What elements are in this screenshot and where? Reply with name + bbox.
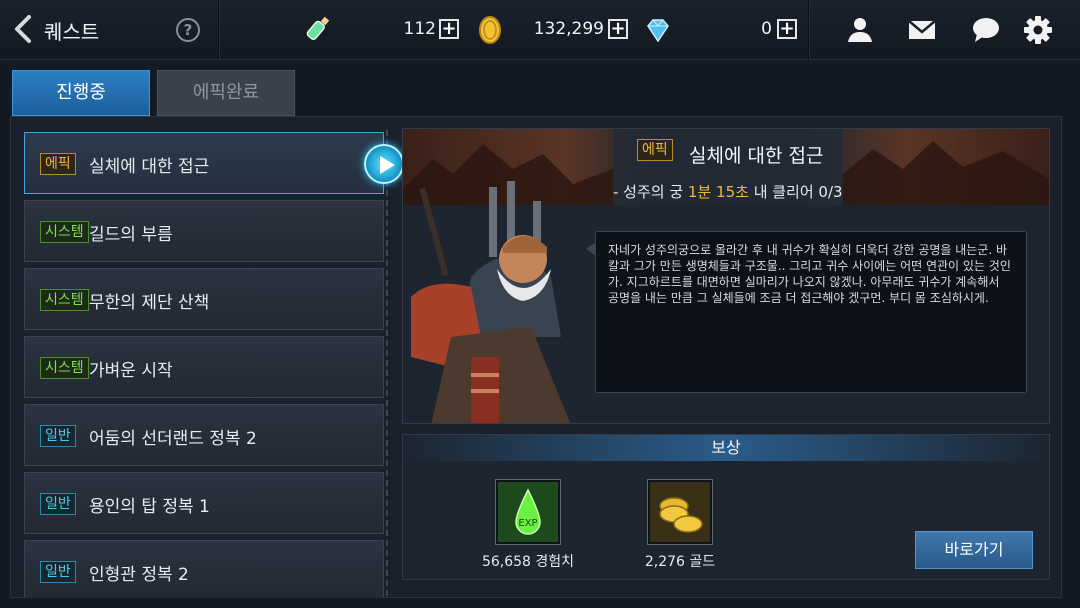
quest-name: 용인의 탑 정복 1 [89,497,210,517]
quest-name: 어둠의 선더랜드 정복 2 [89,429,257,449]
chat-icon [973,18,999,42]
mail-button[interactable] [906,14,938,46]
tab-epic-completed[interactable]: 에픽완료 [157,70,295,116]
npc-portrait [411,181,571,423]
quest-item[interactable]: 일반 어둠의 선더랜드 정복 2 [24,404,384,466]
svg-text:EXP: EXP [518,518,537,529]
friends-icon [848,18,872,42]
quest-item[interactable]: 시스템 가벼운 시작 [24,336,384,398]
friends-button[interactable] [844,14,876,46]
quest-list[interactable]: 에픽 실체에 대한 접근 시스템 길드의 부름 시스템 무한의 제단 산책 시스… [24,130,386,598]
condition-time: 1분 15초 [687,183,749,201]
mail-icon [908,20,936,39]
stamina-potion-icon [306,16,330,41]
list-scrollbar[interactable] [386,130,388,598]
exp-potion-icon: EXP [498,482,558,542]
quest-name: 가벼운 시작 [89,361,173,381]
page-title: 퀘스트 [44,20,100,44]
chevron-left-icon [15,15,31,43]
reward-exp-slot[interactable]: EXP [495,479,561,545]
quest-item[interactable]: 에픽 실체에 대한 접근 [24,132,384,194]
quest-name: 무한의 제단 산책 [89,293,210,313]
tab-in-progress[interactable]: 진행중 [12,70,150,116]
npc-dialog: 자네가 성주의궁으로 올라간 후 내 귀수가 확실히 더욱더 강한 공명을 내는… [586,231,1027,393]
gold-coins-icon [650,482,710,542]
normal-badge: 일반 [40,493,76,515]
help-button[interactable]: ? [176,18,200,42]
settings-button[interactable] [1022,14,1054,46]
system-badge: 시스템 [40,289,89,311]
chat-button[interactable] [970,14,1002,46]
go-to-button[interactable]: 바로가기 [915,531,1033,569]
gear-icon [1024,16,1052,44]
normal-badge: 일반 [40,425,76,447]
epic-badge: 에픽 [40,153,76,175]
gold-coin-icon [479,16,501,44]
quest-name: 인형관 정복 2 [89,565,189,585]
quest-item[interactable]: 일반 용인의 탑 정복 1 [24,472,384,534]
add-gem-button[interactable]: + [777,19,797,39]
quest-title: 실체에 대한 접근 [689,145,824,167]
back-button[interactable] [12,14,42,46]
divider [808,0,810,60]
add-gold-button[interactable]: + [608,19,628,39]
condition-suffix: 내 클리어 0/3 [748,183,843,201]
add-stamina-button[interactable]: + [439,19,459,39]
divider [218,0,220,60]
play-icon [380,156,395,174]
system-badge: 시스템 [40,221,89,243]
reward-exp-label: 56,658 경험치 [481,554,575,570]
quest-detail-panel: 에픽 실체에 대한 접근 - 성주의 궁 1분 15초 내 클리어 0/3 자네… [402,128,1050,424]
gem-value: 0 [761,19,772,39]
quest-item[interactable]: 시스템 무한의 제단 산책 [24,268,384,330]
quest-condition: - 성주의 궁 1분 15초 내 클리어 0/3 [613,181,843,202]
epic-badge: 에픽 [637,139,673,161]
quest-name: 길드의 부름 [89,225,173,245]
stamina-value: 112 [403,19,436,39]
start-quest-button[interactable] [364,144,404,184]
normal-badge: 일반 [40,561,76,583]
reward-gold-slot[interactable] [647,479,713,545]
quest-item[interactable]: 시스템 길드의 부름 [24,200,384,262]
top-bar: 퀘스트 ? 112 + 132,299 + 0 + [0,0,1080,60]
reward-panel: 보상 EXP 56,658 경험치 2,276 골드 바로가기 [402,434,1050,580]
reward-header: 보상 [403,435,1049,461]
reward-gold-label: 2,276 골드 [644,554,716,570]
gem-icon [647,19,669,43]
quest-name: 실체에 대한 접근 [89,157,210,177]
gold-value: 132,299 [533,19,604,39]
system-badge: 시스템 [40,357,89,379]
condition-prefix: - 성주의 궁 [613,183,688,201]
quest-item[interactable]: 일반 인형관 정복 2 [24,540,384,598]
